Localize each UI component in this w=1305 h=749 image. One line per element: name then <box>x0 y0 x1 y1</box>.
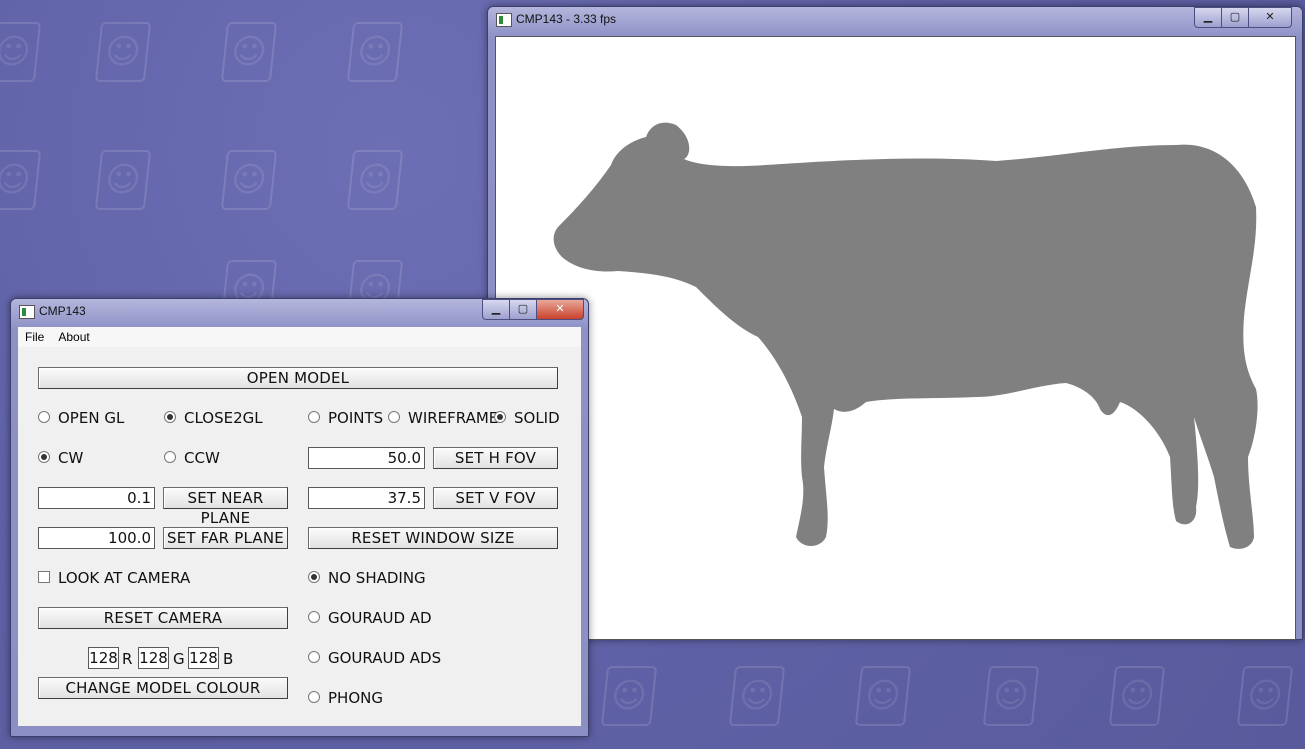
maximize-button[interactable]: ▢ <box>1221 7 1249 28</box>
gl-window: CMP143 - 3.33 fps ▁ ▢ ✕ <box>487 6 1303 640</box>
menu-about[interactable]: About <box>51 327 96 345</box>
wallpaper-finder-icon: ☺ <box>600 666 658 726</box>
radio-cw-dot <box>38 450 50 463</box>
control-panel: OPEN MODEL OPEN GL CLOSE2GL POINTS WIREF… <box>18 347 581 726</box>
wallpaper-finder-icon: ☺ <box>346 22 404 82</box>
minimize-button[interactable]: ▁ <box>1194 7 1222 28</box>
radio-phong-dot <box>308 690 320 703</box>
wallpaper-finder-icon: ☺ <box>220 22 278 82</box>
green-field[interactable]: 128 <box>138 647 169 669</box>
red-field[interactable]: 128 <box>88 647 119 669</box>
radio-points-dot <box>308 410 320 423</box>
radio-cw[interactable]: CW <box>38 448 83 468</box>
radio-no-shading-label: NO SHADING <box>328 569 426 587</box>
wallpaper-finder-icon: ☺ <box>0 22 42 82</box>
close-button[interactable]: ✕ <box>536 299 584 320</box>
wallpaper-finder-icon: ☺ <box>346 150 404 210</box>
radio-no-shading[interactable]: NO SHADING <box>308 568 426 588</box>
radio-close2gl-dot <box>164 410 176 423</box>
radio-open-gl-dot <box>38 410 50 423</box>
red-label: R <box>122 650 133 668</box>
set-h-fov-button[interactable]: SET H FOV <box>433 447 558 469</box>
wallpaper-finder-icon: ☺ <box>854 666 912 726</box>
blue-field[interactable]: 128 <box>188 647 219 669</box>
radio-solid[interactable]: SOLID <box>494 408 560 428</box>
radio-open-gl[interactable]: OPEN GL <box>38 408 124 428</box>
radio-ccw[interactable]: CCW <box>164 448 220 468</box>
radio-gouraud-ads-dot <box>308 650 320 663</box>
app-icon <box>496 13 512 27</box>
v-fov-field[interactable]: 37.5 <box>308 487 425 509</box>
maximize-button[interactable]: ▢ <box>509 299 537 320</box>
radio-phong-label: PHONG <box>328 689 383 707</box>
look-at-camera-box <box>38 570 50 583</box>
radio-close2gl-label: CLOSE2GL <box>184 409 263 427</box>
wallpaper-finder-icon: ☺ <box>982 666 1040 726</box>
gl-window-titlebar[interactable]: CMP143 - 3.33 fps ▁ ▢ ✕ <box>488 7 1302 35</box>
control-window: CMP143 ▁ ▢ ✕ File About OPEN MODEL OPEN G… <box>10 298 589 737</box>
open-model-button[interactable]: OPEN MODEL <box>38 367 558 389</box>
menu-bar: File About <box>18 327 581 348</box>
change-model-colour-button[interactable]: CHANGE MODEL COLOUR <box>38 677 288 699</box>
look-at-camera-checkbox[interactable]: LOOK AT CAMERA <box>38 568 190 588</box>
green-label: G <box>173 650 185 668</box>
control-window-title: CMP143 <box>39 304 86 318</box>
look-at-camera-label: LOOK AT CAMERA <box>58 569 191 587</box>
app-icon <box>19 305 35 319</box>
wallpaper-finder-icon: ☺ <box>94 150 152 210</box>
far-plane-field[interactable]: 100.0 <box>38 527 155 549</box>
set-v-fov-button[interactable]: SET V FOV <box>433 487 558 509</box>
radio-gouraud-ad[interactable]: GOURAUD AD <box>308 608 432 628</box>
reset-camera-button[interactable]: RESET CAMERA <box>38 607 288 629</box>
h-fov-field[interactable]: 50.0 <box>308 447 425 469</box>
set-far-plane-button[interactable]: SET FAR PLANE <box>163 527 288 549</box>
radio-points-label: POINTS <box>328 409 384 427</box>
near-plane-field[interactable]: 0.1 <box>38 487 155 509</box>
wallpaper-finder-icon: ☺ <box>1108 666 1166 726</box>
wallpaper-finder-icon: ☺ <box>728 666 786 726</box>
radio-wireframe[interactable]: WIREFRAME <box>388 408 498 428</box>
minimize-button[interactable]: ▁ <box>482 299 510 320</box>
radio-wireframe-dot <box>388 410 400 423</box>
radio-open-gl-label: OPEN GL <box>58 409 125 427</box>
radio-points[interactable]: POINTS <box>308 408 383 428</box>
set-near-plane-button[interactable]: SET NEAR PLANE <box>163 487 288 527</box>
menu-file[interactable]: File <box>18 327 51 345</box>
cow-silhouette <box>553 122 1258 549</box>
radio-no-shading-dot <box>308 570 320 583</box>
radio-solid-label: SOLID <box>514 409 560 427</box>
reset-window-size-button[interactable]: RESET WINDOW SIZE <box>308 527 558 549</box>
radio-gouraud-ads[interactable]: GOURAUD ADS <box>308 648 441 668</box>
gl-window-title: CMP143 - 3.33 fps <box>516 12 617 26</box>
radio-gouraud-ads-label: GOURAUD ADS <box>328 649 442 667</box>
radio-wireframe-label: WIREFRAME <box>408 409 499 427</box>
radio-phong[interactable]: PHONG <box>308 688 383 708</box>
wallpaper-finder-icon: ☺ <box>1236 666 1294 726</box>
radio-close2gl[interactable]: CLOSE2GL <box>164 408 263 428</box>
radio-ccw-label: CCW <box>184 449 220 467</box>
radio-ccw-dot <box>164 450 176 463</box>
radio-cw-label: CW <box>58 449 84 467</box>
control-window-titlebar[interactable]: CMP143 ▁ ▢ ✕ <box>11 299 588 327</box>
gl-render-canvas[interactable] <box>495 36 1296 640</box>
cow-model <box>553 122 1258 549</box>
radio-solid-dot <box>494 410 506 423</box>
close-button[interactable]: ✕ <box>1248 7 1292 28</box>
wallpaper-finder-icon: ☺ <box>0 150 42 210</box>
wallpaper-finder-icon: ☺ <box>94 22 152 82</box>
blue-label: B <box>223 650 234 668</box>
wallpaper-finder-icon: ☺ <box>220 150 278 210</box>
radio-gouraud-ad-dot <box>308 610 320 623</box>
radio-gouraud-ad-label: GOURAUD AD <box>328 609 432 627</box>
